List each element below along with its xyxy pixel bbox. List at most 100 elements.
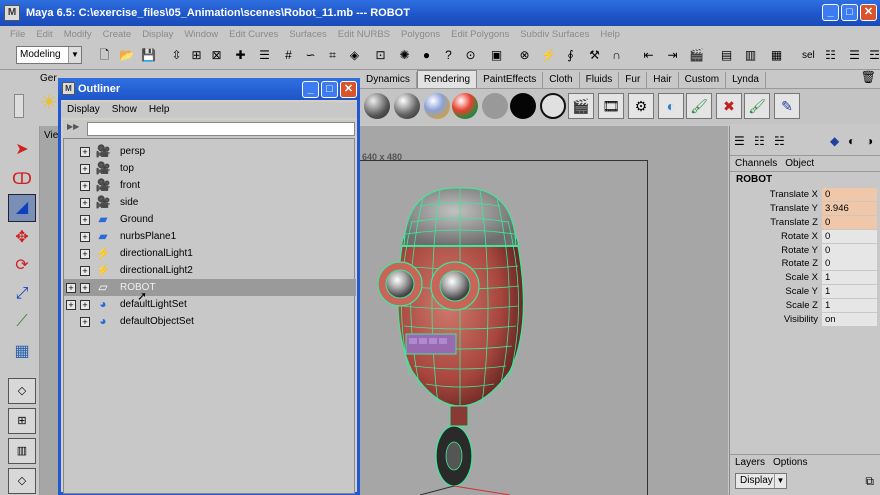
select-hierarchy-icon[interactable]: ⇳ [168,47,185,64]
snap-grid-icon[interactable]: # [280,47,297,64]
attr-row-translate-x[interactable]: Translate X 0 [730,188,880,202]
menu-object[interactable]: Object [785,156,814,171]
menu-options[interactable]: Options [773,455,807,470]
rename-icon[interactable]: ☷ [822,47,839,64]
expand-toggle[interactable]: + [80,282,90,293]
uv-tool-icon[interactable]: ⚒ [586,47,603,64]
menu-polygons[interactable]: Polygons [401,29,440,40]
attr-row-scale-z[interactable]: Scale Z 1 [730,298,880,312]
lambert-material-icon[interactable] [364,93,390,119]
shelf-tab-lynda[interactable]: Lynda [726,72,766,88]
scale-tool-icon[interactable]: ⤢ [8,280,36,308]
menu-display[interactable]: Display [142,29,173,40]
menu-subdiv-surfaces[interactable]: Subdiv Surfaces [520,29,589,40]
outliner-menu-show[interactable]: Show [112,102,137,118]
attr-row-rotate-y[interactable]: Rotate Y 0 [730,243,880,257]
expand-toggle[interactable]: + [80,146,90,157]
expand-hierarchy-toggle[interactable]: + [66,299,76,310]
highlight-selection-icon[interactable]: ⚡ [540,47,557,64]
attr-row-translate-z[interactable]: Translate Z 0 [730,215,880,230]
maya-app-icon[interactable]: M [62,82,75,95]
select-component-icon[interactable]: ⊠ [208,47,225,64]
four-pane-layout-icon[interactable]: ⊞ [8,408,36,434]
menu-edit-curves[interactable]: Edit Curves [229,29,278,40]
attribute-editor-icon[interactable]: ◆ [830,134,839,148]
channel-layer-icon[interactable]: ☵ [774,134,785,148]
trash-icon[interactable]: 🗑 [861,70,876,84]
expand-toggle[interactable]: + [80,197,90,208]
outliner-close-button[interactable]: ✕ [340,81,357,98]
tool-settings-icon[interactable]: ◐ [848,134,855,148]
expand-toggle[interactable]: + [80,231,90,242]
ipr-render-icon[interactable]: ▥ [742,47,759,64]
outliner-item-defaultobjectset[interactable]: + ◕ defaultObjectSet [64,313,356,330]
light-icon[interactable]: ☀ [40,90,58,115]
select-tool-icon[interactable]: ➤ [8,136,36,164]
attr-row-visibility[interactable]: Visibility on [730,312,880,326]
outliner-maximize-button[interactable]: □ [321,81,338,98]
minimize-button[interactable]: _ [822,4,839,21]
attr-row-rotate-x[interactable]: Rotate X 0 [730,229,880,243]
outliner-item-defaultlightset[interactable]: + + ◕ defaultLightSet [64,296,356,313]
attr-row-rotate-z[interactable]: Rotate Z 0 [730,257,880,271]
outliner-item-side[interactable]: + 🎥 side [64,194,356,211]
hypershade-icon[interactable]: ◐ [658,93,684,119]
menu-file[interactable]: File [10,29,25,40]
surface-shader-icon[interactable] [482,93,508,119]
snap-curve-icon[interactable]: ∽ [302,47,319,64]
new-scene-icon[interactable]: 🗋 [96,47,113,64]
expand-toggle[interactable]: + [80,265,90,276]
channel-box-toggle-icon[interactable]: ☲ [866,47,880,64]
input-arrow-icon[interactable]: ⇤ [640,47,657,64]
output-arrow-icon[interactable]: ⇥ [664,47,681,64]
attr-row-translate-y[interactable]: Translate Y 3.946 [730,202,880,216]
menu-window[interactable]: Window [184,29,218,40]
menu-edit[interactable]: Edit [36,29,52,40]
channel-box-icon[interactable]: ☰ [734,134,745,148]
display-settings-icon[interactable]: ◑ [866,134,873,148]
snap-surface-icon[interactable]: ⊡ [372,47,389,64]
expand-toggle[interactable]: + [80,316,90,327]
filter-grip-icon[interactable]: ▶▶ [67,122,79,131]
outliner-item-directionallight2[interactable]: + ⚡ directionalLight2 [64,262,356,279]
ipr-clapboard-icon[interactable]: 🎞 [598,93,624,119]
lock-selection-icon[interactable]: ⊗ [516,47,533,64]
shelf-tab-cloth[interactable]: Cloth [543,72,580,88]
attr-value-field[interactable]: 0 [822,257,877,271]
blinn-material-icon[interactable] [394,93,420,119]
attr-row-scale-y[interactable]: Scale Y 1 [730,284,880,299]
menu-create[interactable]: Create [103,29,132,40]
paint-brush-icon[interactable]: 🖌 [686,93,712,119]
new-layer-icon[interactable]: ⧉ [865,474,874,489]
brush-settings-icon[interactable]: ✎ [774,93,800,119]
open-scene-icon[interactable]: 📂 [118,47,135,64]
input-history-icon[interactable]: ● [418,47,435,64]
menu-surfaces[interactable]: Surfaces [289,29,327,40]
expand-toggle[interactable]: + [80,163,90,174]
expand-hierarchy-toggle[interactable]: + [66,282,76,293]
shelf-tab-dynamics[interactable]: Dynamics [360,72,417,88]
render-settings-icon[interactable]: ▦ [768,47,785,64]
attr-value-field[interactable]: 3.946 [822,202,877,216]
menu-set-dropdown[interactable]: Modeling ▼ [16,46,82,64]
outliner-item-nurbsplane1[interactable]: + ▰ nurbsPlane1 [64,228,356,245]
phong-material-icon[interactable] [424,93,450,119]
mask-menu-icon[interactable]: ☰ [256,47,273,64]
expand-toggle[interactable]: + [80,299,90,310]
paint-selection-tool-icon[interactable]: ◢ [8,194,36,222]
lasso-tool-icon[interactable]: ↀ [8,166,36,194]
expand-toggle[interactable]: + [80,180,90,191]
menu-modify[interactable]: Modify [64,29,92,40]
snap-view-icon[interactable]: ◈ [346,47,363,64]
outliner-filter-input[interactable] [87,122,355,136]
persp-graph-layout-icon[interactable]: ◇ [8,468,36,494]
outliner-minimize-button[interactable]: _ [302,81,319,98]
shelf-tab-rendering[interactable]: Rendering [416,70,478,88]
attr-value-field[interactable]: on [822,312,877,326]
move-tool-icon[interactable]: ✥ [8,224,36,252]
attr-value-field[interactable]: 0 [822,188,877,202]
expand-toggle[interactable]: + [80,248,90,259]
layer-editor-icon[interactable]: ☷ [754,134,765,148]
shelf-tab-painteffects[interactable]: PaintEffects [477,72,544,88]
ramp-shader-icon[interactable] [452,93,478,119]
